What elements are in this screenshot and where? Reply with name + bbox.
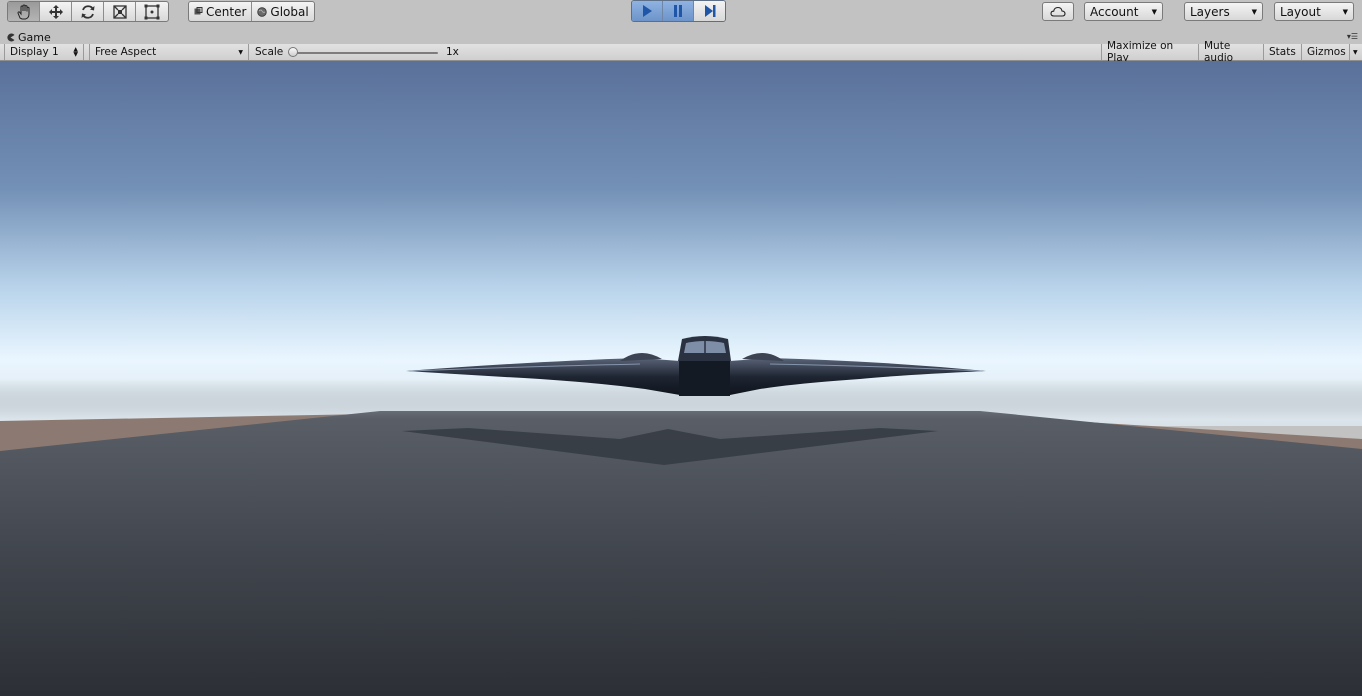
rotate-icon bbox=[81, 4, 94, 19]
pivot-center-button[interactable]: Center bbox=[189, 2, 253, 21]
globe-icon bbox=[257, 6, 268, 17]
game-render bbox=[0, 61, 1362, 696]
chevron-down-icon: ▼ bbox=[238, 48, 243, 56]
transform-tools bbox=[7, 1, 169, 22]
chevron-down-icon: ▼ bbox=[1342, 7, 1348, 16]
cloud-icon bbox=[1050, 6, 1066, 17]
layout-label: Layout bbox=[1280, 4, 1321, 19]
scale-slider-handle[interactable] bbox=[288, 47, 298, 57]
game-view-toolbar: Display 1 ▲ ▼ Free Aspect ▼ Scale 1x Maxi… bbox=[0, 40, 1362, 64]
display-dropdown[interactable]: Display 1 ▲ ▼ bbox=[4, 44, 84, 60]
layers-label: Layers bbox=[1190, 4, 1230, 19]
pivot-icon bbox=[194, 7, 203, 15]
move-icon bbox=[48, 4, 63, 19]
step-icon bbox=[704, 5, 715, 17]
stats-label: Stats bbox=[1269, 46, 1296, 58]
pause-icon bbox=[674, 5, 682, 17]
account-label: Account bbox=[1090, 4, 1139, 19]
tab-menu-icon[interactable]: ▾☰ bbox=[1347, 32, 1358, 41]
rect-transform-icon bbox=[144, 4, 160, 19]
step-button[interactable] bbox=[694, 1, 725, 21]
aspect-label: Free Aspect bbox=[95, 46, 157, 58]
gizmos-toggle[interactable]: Gizmos bbox=[1301, 44, 1349, 60]
tab-game[interactable]: Game bbox=[6, 30, 51, 44]
scale-slider-track[interactable] bbox=[292, 52, 438, 54]
scale-tool-button[interactable] bbox=[104, 2, 136, 21]
pivot-global-label: Global bbox=[270, 4, 309, 19]
move-tool-button[interactable] bbox=[40, 2, 72, 21]
updown-icon: ▲ ▼ bbox=[73, 46, 78, 58]
hand-icon bbox=[16, 3, 29, 19]
game-viewport[interactable] bbox=[0, 61, 1362, 696]
tab-game-label: Game bbox=[18, 30, 51, 44]
stats-toggle[interactable]: Stats bbox=[1263, 44, 1301, 60]
scale-label: Scale bbox=[255, 46, 284, 58]
main-toolbar: Center Global Account ▼ Layers ▼ Layout … bbox=[0, 0, 1362, 30]
chevron-down-icon: ▼ bbox=[1151, 7, 1157, 16]
mute-audio-toggle[interactable]: Mute audio bbox=[1198, 40, 1263, 64]
aspect-dropdown[interactable]: Free Aspect ▼ bbox=[89, 44, 249, 60]
pivot-toggles: Center Global bbox=[188, 1, 315, 22]
chevron-down-icon: ▼ bbox=[1353, 48, 1358, 56]
scale-value: 1x bbox=[446, 46, 459, 58]
pause-button[interactable] bbox=[663, 1, 694, 21]
layout-dropdown[interactable]: Layout ▼ bbox=[1274, 2, 1354, 21]
hand-tool-button[interactable] bbox=[8, 2, 40, 21]
rotate-tool-button[interactable] bbox=[72, 2, 104, 21]
gizmos-dropdown[interactable]: ▼ bbox=[1349, 44, 1362, 60]
playmode-controls bbox=[631, 0, 726, 22]
collab-button[interactable] bbox=[1042, 2, 1074, 21]
chevron-down-icon: ▼ bbox=[1251, 7, 1257, 16]
account-dropdown[interactable]: Account ▼ bbox=[1084, 2, 1163, 21]
layers-dropdown[interactable]: Layers ▼ bbox=[1184, 2, 1263, 21]
play-icon bbox=[643, 5, 652, 17]
pacman-icon bbox=[7, 33, 15, 41]
gizmos-label: Gizmos bbox=[1307, 46, 1346, 58]
scale-icon bbox=[112, 4, 127, 19]
play-button[interactable] bbox=[632, 1, 663, 21]
pivot-center-label: Center bbox=[206, 4, 247, 19]
display-label: Display 1 bbox=[10, 46, 59, 58]
maximize-on-play-toggle[interactable]: Maximize on Play bbox=[1101, 40, 1198, 64]
pivot-global-button[interactable]: Global bbox=[252, 2, 313, 21]
rect-tool-button[interactable] bbox=[136, 2, 168, 21]
